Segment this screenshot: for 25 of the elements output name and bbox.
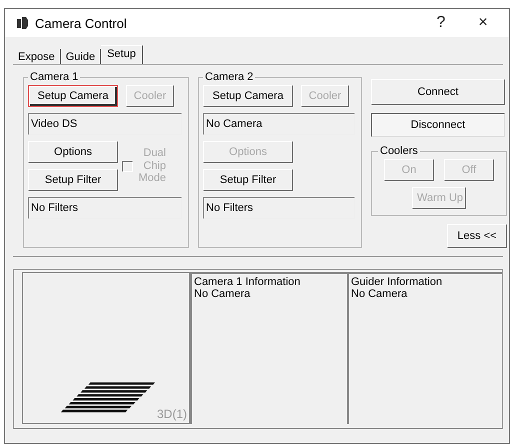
filter-field: No Filters (203, 197, 355, 219)
info-title: Guider Information (351, 276, 444, 288)
setup-filter-button[interactable]: Setup Filter (28, 169, 118, 191)
window-title: Camera Control (35, 16, 128, 30)
camera-field: Video DS (28, 113, 182, 135)
connect-button[interactable]: Connect (371, 79, 505, 105)
info-status: No Camera (194, 288, 252, 300)
filter-field: No Filters (28, 197, 182, 219)
preview-label: 3D(1) (156, 407, 187, 421)
options-button[interactable]: Options (28, 141, 118, 163)
setup-filter-button[interactable]: Setup Filter (203, 169, 293, 191)
tab[interactable]: Setup (101, 45, 143, 64)
info-status: No Camera (351, 288, 408, 300)
disconnect-button[interactable]: Disconnect (371, 113, 505, 137)
less-button[interactable]: Less << (447, 224, 507, 248)
group-title: Camera 1 (29, 71, 80, 83)
info-title: Camera 1 Information (194, 276, 302, 288)
setup-camera-button[interactable]: Setup Camera (28, 85, 118, 107)
close-button[interactable]: × (465, 14, 501, 32)
setup-camera-button[interactable]: Setup Camera (203, 85, 293, 107)
group-title: Camera 2 (204, 71, 254, 83)
camera-field: No Camera (203, 113, 355, 135)
group-title: Coolers (379, 145, 419, 157)
help-button[interactable]: ? (423, 14, 459, 32)
app-icon (15, 16, 29, 30)
